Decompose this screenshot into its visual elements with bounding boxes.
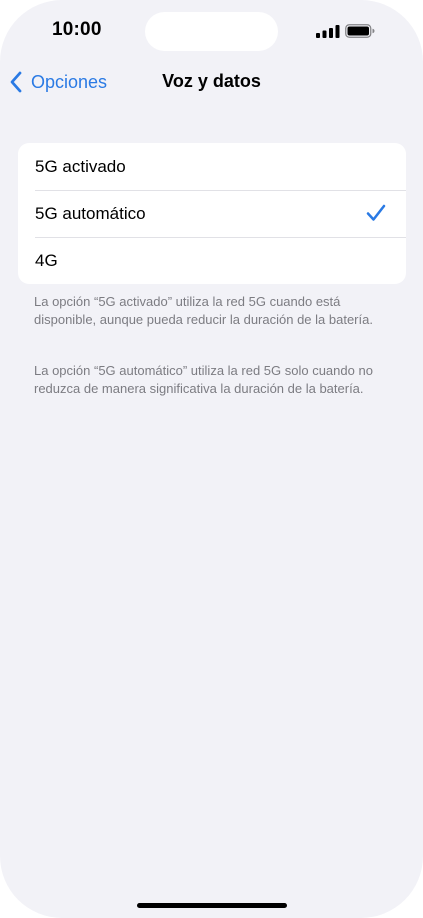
option-label: 5G automático: [35, 203, 146, 223]
footnote-5g-automatico: La opción “5G automático” utiliza la red…: [34, 363, 373, 396]
checkmark-icon: [366, 204, 386, 221]
option-4g[interactable]: 4G: [18, 237, 406, 284]
battery-icon: [345, 24, 375, 38]
home-indicator[interactable]: [137, 903, 287, 908]
page-title: Voz y datos: [162, 71, 261, 91]
phone-screen: 10:00 Opciones Voz y datos 5G activado 5…: [0, 0, 423, 918]
signal-icon: [316, 25, 340, 38]
option-5g-automatico[interactable]: 5G automático: [18, 190, 406, 237]
network-options-list: 5G activado 5G automático 4G: [18, 143, 406, 284]
dynamic-island: [145, 12, 278, 51]
option-5g-activado[interactable]: 5G activado: [18, 143, 406, 190]
option-label: 4G: [35, 250, 58, 270]
footnote-5g-activado: La opción “5G activado” utiliza la red 5…: [34, 294, 373, 327]
status-time: 10:00: [52, 19, 102, 40]
option-label: 5G activado: [35, 156, 126, 176]
